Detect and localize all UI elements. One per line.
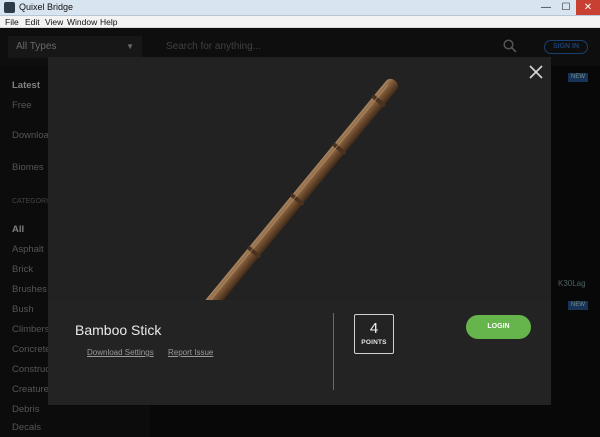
divider xyxy=(333,313,334,390)
menu-view[interactable]: View xyxy=(45,16,63,28)
menu-window[interactable]: Window xyxy=(67,16,97,28)
asset-info-panel: Bamboo Stick Download Settings Report Is… xyxy=(48,300,551,405)
login-button[interactable]: LOGIN xyxy=(466,315,531,339)
app-icon xyxy=(4,2,15,13)
close-icon[interactable] xyxy=(528,64,544,80)
menu-file[interactable]: File xyxy=(5,16,19,28)
menu-bar: File Edit View Window Help xyxy=(0,16,600,28)
points-label: POINTS xyxy=(361,339,387,346)
window-titlebar: Quixel Bridge — ☐ ✕ xyxy=(0,0,600,16)
menu-edit[interactable]: Edit xyxy=(25,16,40,28)
menu-help[interactable]: Help xyxy=(100,16,117,28)
points-value: 4 xyxy=(369,320,379,337)
bamboo-stick-image xyxy=(200,78,399,315)
report-issue-link[interactable]: Report Issue xyxy=(168,348,213,357)
close-window-button[interactable]: ✕ xyxy=(576,0,600,15)
asset-detail-modal: Bamboo Stick Download Settings Report Is… xyxy=(48,57,551,405)
points-badge: 4 POINTS xyxy=(354,314,394,354)
maximize-button[interactable]: ☐ xyxy=(556,0,576,15)
window-title: Quixel Bridge xyxy=(19,2,74,12)
asset-title: Bamboo Stick xyxy=(75,322,162,338)
download-settings-link[interactable]: Download Settings xyxy=(87,348,154,357)
minimize-button[interactable]: — xyxy=(536,0,556,15)
asset-preview xyxy=(48,57,551,315)
